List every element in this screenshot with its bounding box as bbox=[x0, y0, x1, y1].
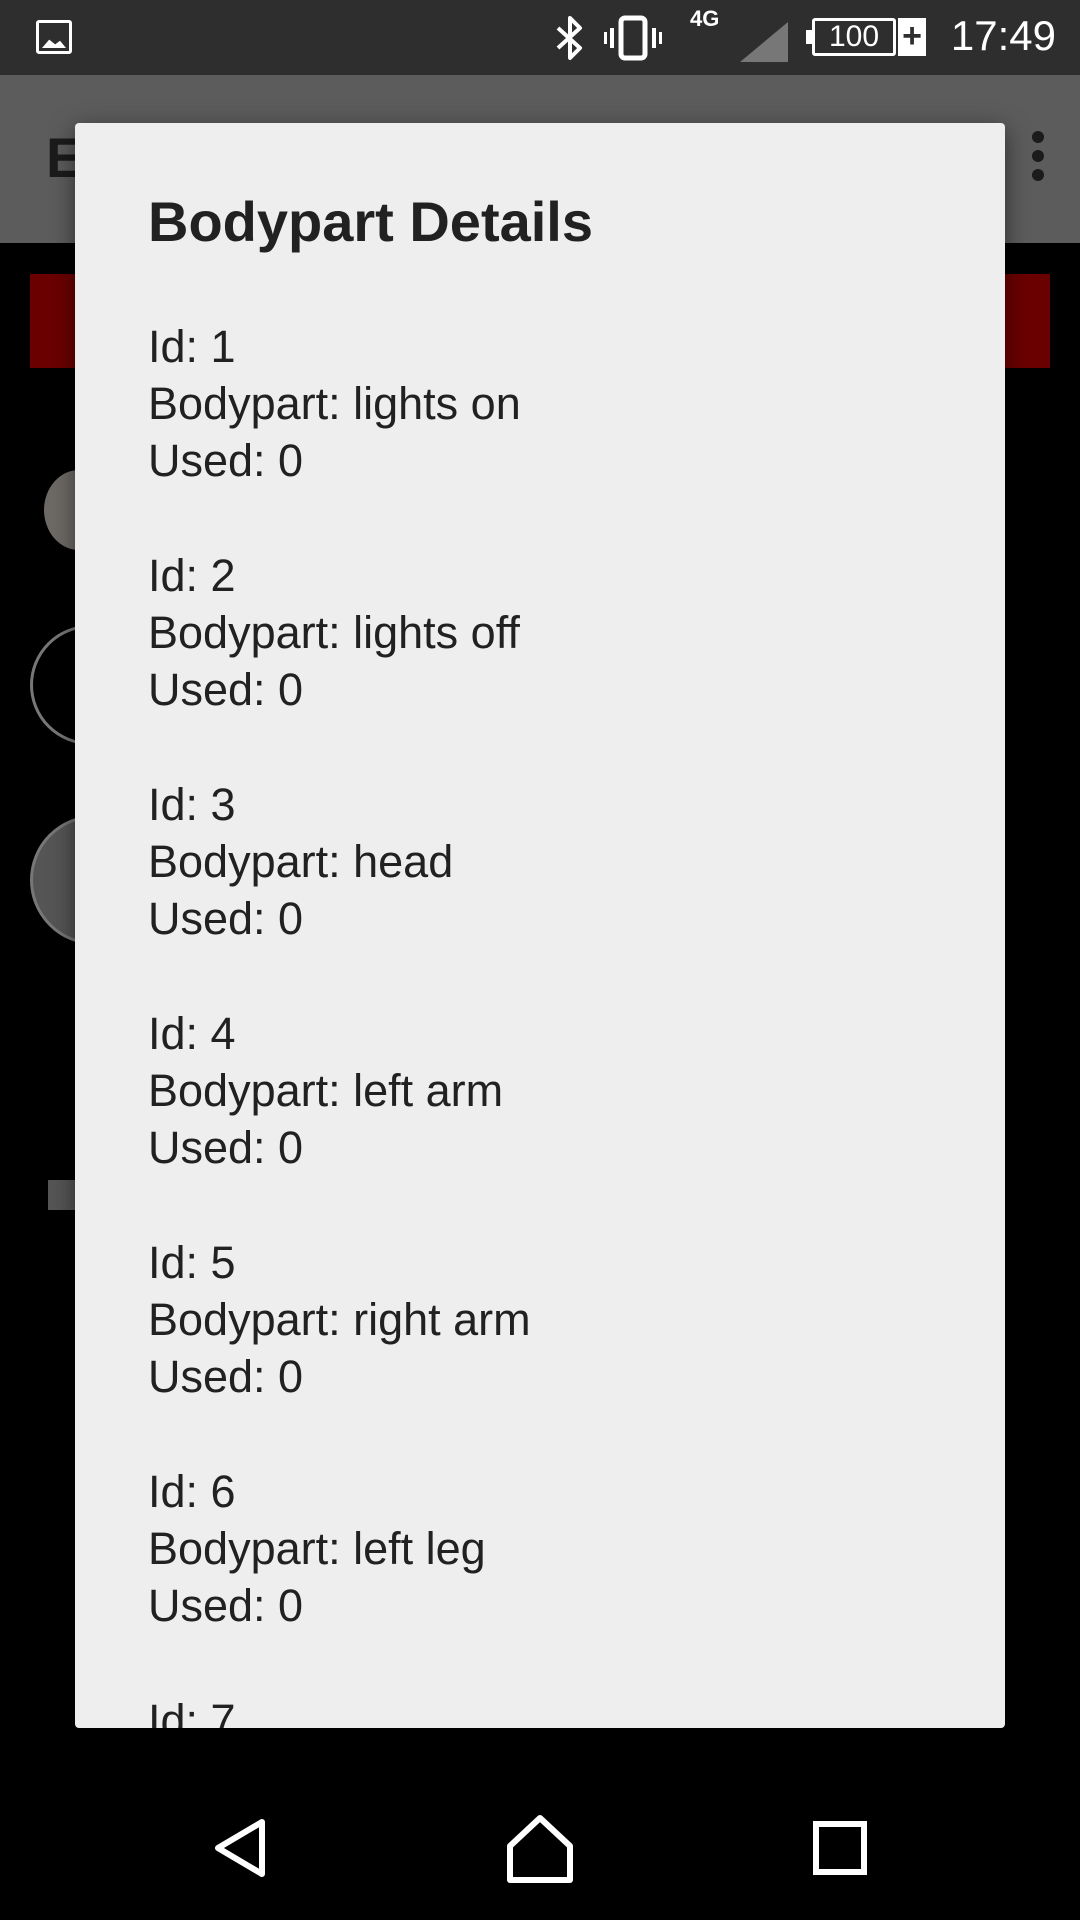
battery-icon: 100 bbox=[806, 18, 896, 56]
list-item: Id: 4 Bodypart: left arm Used: 0 bbox=[148, 1005, 948, 1176]
vibrate-icon bbox=[604, 15, 662, 61]
item-used: Used: 0 bbox=[148, 893, 304, 944]
signal-strength-icon bbox=[740, 22, 788, 62]
overflow-menu-icon bbox=[1032, 131, 1046, 181]
item-bodypart: Bodypart: left leg bbox=[148, 1523, 486, 1574]
navigation-bar bbox=[0, 1776, 1080, 1920]
item-bodypart: Bodypart: right arm bbox=[148, 1294, 531, 1345]
bodypart-list[interactable]: Id: 1 Bodypart: lights on Used: 0 Id: 2 … bbox=[148, 318, 948, 1728]
list-item: Id: 5 Bodypart: right arm Used: 0 bbox=[148, 1234, 948, 1405]
item-id: Id: 7 bbox=[148, 1695, 236, 1728]
item-id: Id: 1 bbox=[148, 321, 236, 372]
bodypart-details-dialog: Bodypart Details Id: 1 Bodypart: lights … bbox=[75, 123, 1005, 1728]
status-clock: 17:49 bbox=[950, 12, 1056, 59]
item-used: Used: 0 bbox=[148, 1580, 304, 1631]
item-used: Used: 0 bbox=[148, 1122, 304, 1173]
bluetooth-icon bbox=[556, 16, 582, 60]
list-item: Id: 3 Bodypart: head Used: 0 bbox=[148, 776, 948, 947]
back-triangle-icon[interactable] bbox=[198, 1806, 282, 1890]
item-used: Used: 0 bbox=[148, 664, 304, 715]
item-id: Id: 3 bbox=[148, 779, 236, 830]
item-used: Used: 0 bbox=[148, 435, 304, 486]
recents-square-icon[interactable] bbox=[798, 1806, 882, 1890]
gallery-notification-icon bbox=[36, 20, 72, 54]
home-icon[interactable] bbox=[498, 1806, 582, 1890]
item-bodypart: Bodypart: lights off bbox=[148, 607, 520, 658]
item-id: Id: 4 bbox=[148, 1008, 236, 1059]
list-item: Id: 6 Bodypart: left leg Used: 0 bbox=[148, 1463, 948, 1634]
list-item: Id: 2 Bodypart: lights off Used: 0 bbox=[148, 547, 948, 718]
item-bodypart: Bodypart: lights on bbox=[148, 378, 521, 429]
item-id: Id: 5 bbox=[148, 1237, 236, 1288]
status-bar: 4G 100 + 17:49 bbox=[0, 0, 1080, 75]
list-item: Id: 7 bbox=[148, 1692, 948, 1728]
list-item: Id: 1 Bodypart: lights on Used: 0 bbox=[148, 318, 948, 489]
charging-icon: + bbox=[898, 18, 926, 56]
dialog-title: Bodypart Details bbox=[148, 190, 593, 253]
item-id: Id: 6 bbox=[148, 1466, 236, 1517]
network-type-label: 4G bbox=[690, 6, 720, 31]
item-id: Id: 2 bbox=[148, 550, 236, 601]
item-used: Used: 0 bbox=[148, 1351, 304, 1402]
item-bodypart: Bodypart: left arm bbox=[148, 1065, 504, 1116]
item-bodypart: Bodypart: head bbox=[148, 836, 454, 887]
